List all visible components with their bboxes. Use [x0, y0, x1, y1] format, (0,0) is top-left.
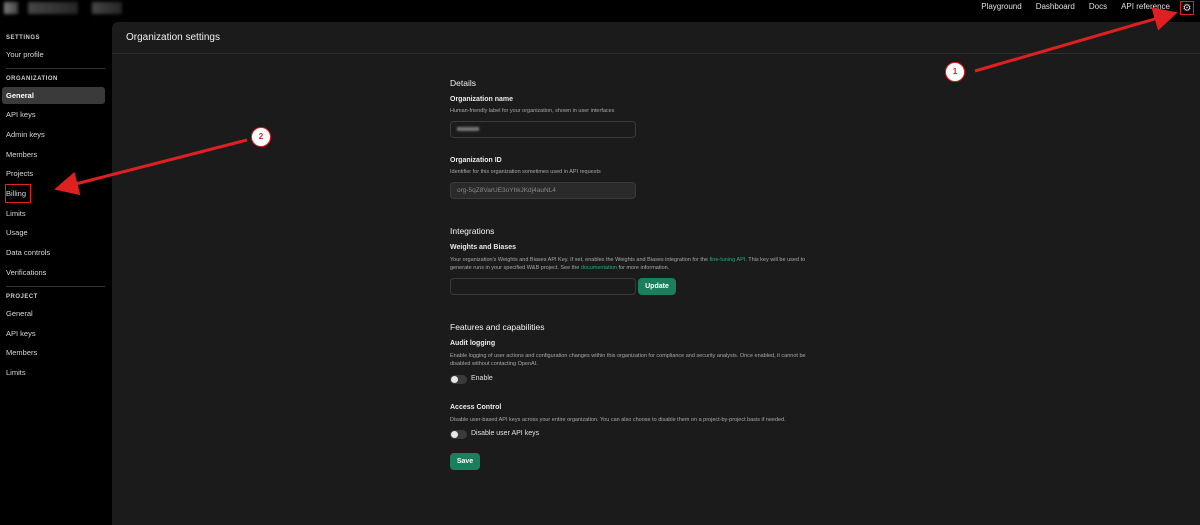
nav-docs[interactable]: Docs [1089, 2, 1107, 11]
audit-logging-toggle-label: Enable [471, 375, 493, 382]
settings-button[interactable]: ⚙ [1180, 1, 1194, 15]
organization-section-title: ORGANIZATION [6, 76, 58, 82]
audit-logging-description: Enable logging of user actions and confi… [450, 352, 910, 368]
nav-dashboard[interactable]: Dashboard [1036, 2, 1075, 11]
project-switcher[interactable] [92, 2, 122, 14]
sidebar: SETTINGS Your profile ORGANIZATION Gener… [0, 17, 112, 525]
gear-icon: ⚙ [1182, 2, 1192, 14]
audit-logging-label: Audit logging [450, 340, 496, 347]
update-button[interactable]: Update [638, 278, 676, 295]
org-name-value-redacted [457, 127, 479, 131]
wandb-desc-text: . This key will be used to [745, 257, 806, 263]
org-id-field[interactable]: org-5qZ8VarUE3oYhkJKdj4auNL4 [450, 182, 636, 199]
sidebar-item-project-general[interactable]: General [2, 305, 105, 322]
org-id-label: Organization ID [450, 157, 502, 164]
audit-logging-toggle[interactable] [450, 375, 467, 384]
audit-desc-text: Enable logging of user actions and confi… [450, 353, 806, 359]
annotation-marker-2: 2 [251, 127, 271, 147]
org-name-label: Organization name [450, 96, 514, 103]
sidebar-item-data-controls[interactable]: Data controls [2, 244, 105, 261]
disable-user-api-keys-toggle[interactable] [450, 430, 467, 439]
page-header: Organization settings [112, 22, 1200, 54]
wandb-api-key-input[interactable] [450, 278, 636, 295]
top-nav: Playground Dashboard Docs API reference [967, 2, 1170, 11]
toggle-knob [451, 376, 458, 383]
details-heading: Details [450, 78, 476, 88]
sidebar-item-project-api-keys[interactable]: API keys [2, 325, 105, 342]
org-id-description: Identifier for this organization sometim… [450, 169, 601, 175]
documentation-link[interactable]: documentation [581, 265, 617, 271]
wandb-label: Weights and Biases [450, 244, 517, 251]
org-name-description: Human-friendly label for your organizati… [450, 108, 615, 114]
org-switcher[interactable] [28, 2, 78, 14]
wandb-desc-text: Your organization's Weights and Biases A… [450, 257, 708, 263]
sidebar-item-usage[interactable]: Usage [2, 224, 105, 241]
access-control-description: Disable user-based API keys across your … [450, 417, 786, 423]
features-heading: Features and capabilities [450, 322, 545, 332]
nav-playground[interactable]: Playground [981, 2, 1021, 11]
page-title: Organization settings [126, 32, 220, 43]
wandb-desc-text: for more information. [618, 265, 670, 271]
sidebar-item-limits[interactable]: Limits [2, 205, 105, 222]
sidebar-item-members[interactable]: Members [2, 146, 105, 163]
nav-api-reference[interactable]: API reference [1121, 2, 1170, 11]
access-control-label: Access Control [450, 404, 502, 411]
sidebar-item-project-limits[interactable]: Limits [2, 364, 105, 381]
fine-tuning-api-link[interactable]: fine-tuning API [710, 257, 746, 263]
wandb-desc-text: generate runs in your specified W&B proj… [450, 265, 580, 271]
top-bar: Playground Dashboard Docs API reference … [0, 0, 1200, 17]
sidebar-item-verifications[interactable]: Verifications [2, 264, 105, 281]
sidebar-item-admin-keys[interactable]: Admin keys [2, 126, 105, 143]
sidebar-item-project-members[interactable]: Members [2, 344, 105, 361]
main-panel: Organization settings Details Organizati… [112, 22, 1200, 525]
logo-icon [4, 2, 18, 14]
divider [6, 286, 105, 287]
toggle-knob [451, 431, 458, 438]
settings-section-title: SETTINGS [6, 35, 41, 41]
disable-user-api-keys-label: Disable user API keys [471, 430, 540, 437]
project-section-title: PROJECT [6, 294, 38, 300]
annotation-marker-1: 1 [945, 62, 965, 82]
sidebar-item-api-keys[interactable]: API keys [2, 106, 105, 123]
sidebar-item-your-profile[interactable]: Your profile [2, 46, 105, 63]
sidebar-item-projects[interactable]: Projects [2, 165, 105, 182]
divider [6, 68, 105, 69]
audit-desc-text: disabled without contacting OpenAI. [450, 361, 538, 367]
wandb-description: Your organization's Weights and Biases A… [450, 256, 910, 272]
org-name-input[interactable] [450, 121, 636, 138]
sidebar-item-general[interactable]: General [2, 87, 105, 104]
integrations-heading: Integrations [450, 226, 495, 236]
save-button[interactable]: Save [450, 453, 480, 470]
billing-highlight-box [5, 184, 31, 203]
